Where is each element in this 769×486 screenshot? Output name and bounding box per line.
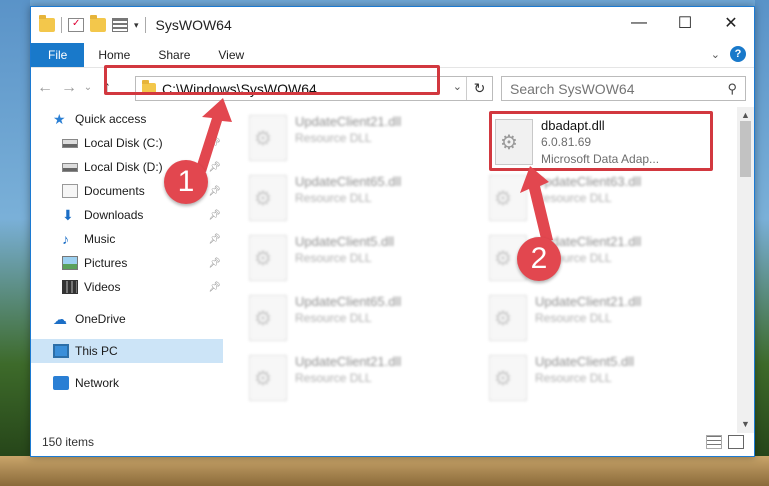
arrow-to-selected-file — [520, 166, 553, 243]
annotation-arrows — [196, 98, 553, 243]
step-2-badge: 2 — [517, 237, 561, 281]
step-1-badge: 1 — [164, 160, 208, 204]
arrow-to-address-bar — [196, 98, 232, 172]
